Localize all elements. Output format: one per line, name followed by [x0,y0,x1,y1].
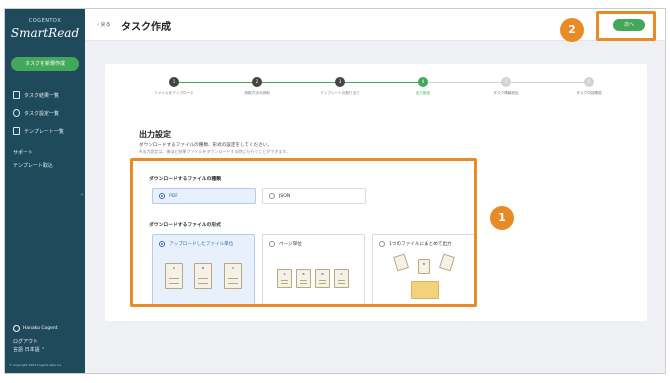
step-4-dot: 4 [418,77,428,87]
sidebar-item-templates[interactable]: テンプレート一覧 [13,125,64,137]
step-3-dot: 3 [335,77,345,87]
template-icon [13,127,20,135]
user-name: Hanako Cogent [23,326,58,331]
collapse-sidebar-icon[interactable]: ‹ [81,192,83,198]
sidebar-item-label: テンプレート一覧 [24,128,64,135]
user-menu[interactable]: Hanako Cogent [13,325,58,332]
support-link[interactable]: サポート [13,149,33,156]
sidebar-item-task-results[interactable]: タスク結果一覧 [13,89,59,101]
section-title: 出力設定 [139,130,171,139]
copyright: © Copyright 2023 Cogent Labs Inc. [9,363,63,367]
annotation-box-1 [130,158,477,307]
stepper: 1 2 3 4 5 6 ファイルをアップロード 読取方法の説明 テンプレートの割… [105,77,647,103]
stepper-connector [423,82,506,83]
section-note: ※出力設定は、後ほど結果ファイルをダウンロードする時にも行うことができます。 [139,149,290,154]
logout-link[interactable]: ログアウト [13,338,38,345]
step-2-label: 読取方法の説明 [244,91,270,95]
new-task-button[interactable]: タスクを新規作成 [11,57,79,71]
sidebar-item-label: タスク設定一覧 [24,110,60,117]
back-link[interactable]: ‹ 戻る [97,21,111,28]
brand-company: COGENTDX [28,18,62,24]
annotation-badge-1: 1 [490,206,514,230]
page-title: タスク作成 [121,22,171,33]
step-5-dot: 5 [501,77,511,87]
annotation-badge-2: 2 [560,18,584,42]
step-4-label: 出力設定 [415,91,431,95]
step-3-label: テンプレートの割り当て [320,91,360,95]
step-1-dot: 1 [169,77,179,87]
template-import-link[interactable]: テンプレート取込 [13,162,53,169]
settings-icon [13,109,20,117]
stepper-connector [340,82,423,83]
brand-logo[interactable]: SmartRead [5,26,85,40]
avatar [13,325,20,332]
section-description: ダウンロードするファイルの種類、形式の設定をしてください。 [139,143,272,148]
step-5-label: タスク情報設定 [493,91,519,95]
step-6-dot: 6 [584,77,594,87]
sidebar: COGENTDX SmartRead タスクを新規作成 タスク結果一覧 タスク設… [5,9,85,373]
annotation-box-2 [596,11,656,41]
step-6-label: タスク内容確認 [576,91,602,95]
stepper-connector [506,82,589,83]
step-2-dot: 2 [252,77,262,87]
stepper-connector [174,82,257,83]
sidebar-item-task-settings[interactable]: タスク設定一覧 [13,107,59,119]
language-selector[interactable]: 言語 日本語 ⌃ [13,346,45,353]
document-icon [13,91,20,99]
step-1-label: ファイルをアップロード [154,91,194,95]
sidebar-item-label: タスク結果一覧 [24,92,60,99]
stepper-connector [257,82,340,83]
